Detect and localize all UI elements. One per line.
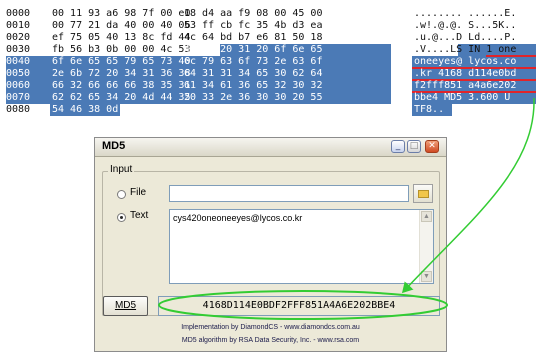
hash-highlight-ellipse	[158, 290, 448, 320]
annotation-overlay	[158, 97, 535, 320]
arrow-annotation	[401, 97, 535, 294]
